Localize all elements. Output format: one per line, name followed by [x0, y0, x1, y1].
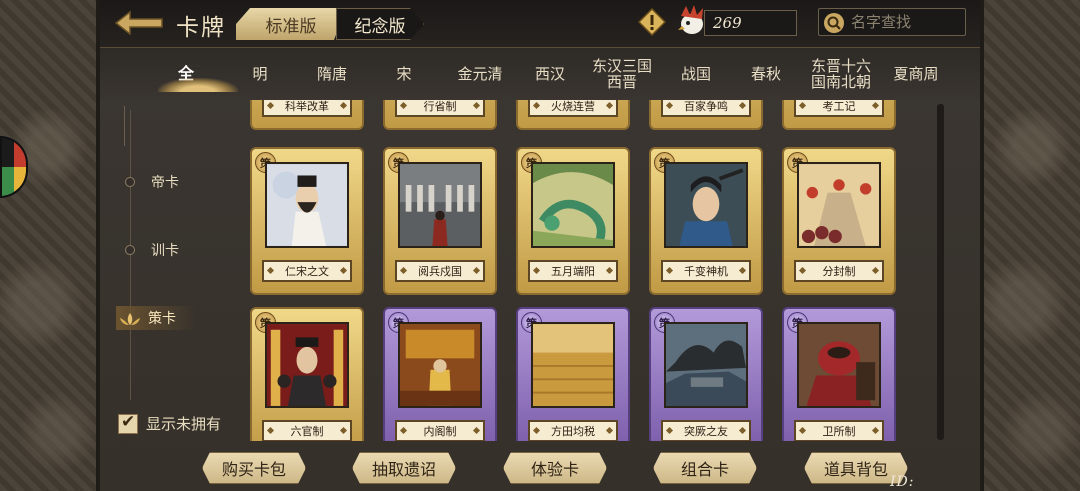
buy-card-pack-button[interactable]: 购买卡包 [202, 452, 306, 484]
card-name: 行省制 [395, 100, 485, 117]
search-icon[interactable] [823, 12, 845, 34]
dynasty-tab-xihan[interactable]: 西汉 [524, 48, 576, 100]
card[interactable]: 策 突厥之友 [649, 307, 763, 441]
dynasty-tab-all[interactable]: 全 [158, 48, 238, 100]
tab-standard-edition[interactable]: 标准版 [236, 8, 346, 40]
card-name: 阅兵戍国 [395, 260, 485, 282]
bottom-action-bar: 购买卡包 抽取遗诏 体验卡 组合卡 道具背包 [100, 444, 980, 491]
player-id: ID: 5031131 [890, 474, 958, 491]
dynasty-tab-dongjin-nanbeichao[interactable]: 东晋十六 国南北朝 [804, 48, 878, 100]
show-unowned-label: 显示未拥有 [146, 415, 222, 433]
show-unowned-checkbox[interactable] [118, 412, 138, 434]
card[interactable]: 百家争鸣 [649, 100, 763, 130]
grid-scrollbar[interactable] [937, 104, 944, 440]
back-arrow-icon[interactable] [114, 8, 166, 38]
show-unowned-toggle[interactable]: 显示未拥有 [118, 412, 222, 434]
card-art [265, 162, 349, 248]
lotus-icon [118, 311, 142, 325]
card[interactable]: 策 阅兵戍国 [383, 147, 497, 295]
card-art [797, 162, 881, 248]
card[interactable]: 行省制 [383, 100, 497, 130]
dynasty-tab-jinyuanqing[interactable]: 金元清 [444, 48, 516, 100]
currency-counter: 269 [704, 10, 797, 36]
card-name: 方田均税 [528, 420, 618, 441]
card[interactable]: 策 仁宋之文 [250, 147, 364, 295]
dynasty-tab-donghan-sanguo-xijin[interactable]: 东汉三国 西晋 [586, 48, 658, 100]
card[interactable]: 策 五月端阳 [516, 147, 630, 295]
card-art [531, 162, 615, 248]
rail-dot [125, 177, 135, 187]
dynasty-tab-suitang[interactable]: 隋唐 [306, 48, 358, 100]
card-art [797, 322, 881, 408]
search-input[interactable] [851, 12, 961, 32]
dynasty-tab-song[interactable]: 宋 [384, 48, 424, 100]
left-ornament-panel [0, 0, 100, 491]
combo-card-button[interactable]: 组合卡 [653, 452, 757, 484]
dynasty-filter-bar: 全 明 隋唐 宋 金元清 西汉 东汉三国 西晋 战国 春秋 东晋十六 国南北朝 … [100, 48, 980, 146]
card-art [265, 322, 349, 408]
card[interactable]: 策 分封制 [782, 147, 896, 295]
card-art [664, 322, 748, 408]
card[interactable]: 策 内阁制 [383, 307, 497, 441]
category-label: 帝卡 [151, 175, 179, 191]
card-grid: 科举改革 行省制 火烧连营 百家争鸣 考工记 策 仁宋之文 策 阅兵戍国 策 五… [230, 100, 910, 441]
tab-memorial-edition[interactable]: 纪念版 [336, 8, 424, 40]
search-box[interactable] [818, 8, 966, 36]
card[interactable]: 火烧连营 [516, 100, 630, 130]
card-name: 科举改革 [262, 100, 352, 117]
category-strategy-cards[interactable]: 策卡 [116, 306, 196, 330]
card[interactable]: 策 方田均税 [516, 307, 630, 441]
card-name: 内阁制 [395, 420, 485, 441]
category-label: 训卡 [151, 243, 179, 259]
card-name: 仁宋之文 [262, 260, 352, 282]
category-emperor-cards[interactable]: 帝卡 [120, 170, 179, 194]
card[interactable]: 策 卫所制 [782, 307, 896, 441]
card-name: 卫所制 [794, 420, 884, 441]
right-ornament-panel [980, 0, 1080, 491]
card-name: 五月端阳 [528, 260, 618, 282]
card-name: 千变神机 [661, 260, 751, 282]
warning-icon[interactable] [637, 7, 667, 37]
card[interactable]: 策 千变神机 [649, 147, 763, 295]
card-name: 分封制 [794, 260, 884, 282]
card[interactable]: 考工记 [782, 100, 896, 130]
card[interactable]: 科举改革 [250, 100, 364, 130]
card-name: 六官制 [262, 420, 352, 441]
card-name: 考工记 [794, 100, 884, 117]
card-name: 火烧连营 [528, 100, 618, 117]
header-bar: 卡牌 标准版 纪念版 269 [100, 0, 980, 48]
dynasty-tab-xiashangzhou[interactable]: 夏商周 [886, 48, 946, 100]
trial-card-button[interactable]: 体验卡 [503, 452, 607, 484]
card[interactable]: 策 六官制 [250, 307, 364, 441]
card-collection-panel: 卡牌 标准版 纪念版 269 全 明 隋唐 宋 金元清 西汉 东汉三国 西晋 战… [100, 0, 980, 491]
dynasty-tab-ming[interactable]: 明 [240, 48, 280, 100]
card-art [531, 322, 615, 408]
page-title: 卡牌 [176, 15, 226, 41]
draw-edict-button[interactable]: 抽取遗诏 [352, 452, 456, 484]
dynasty-tab-zhanguo[interactable]: 战国 [670, 48, 722, 100]
rail-dot [125, 245, 135, 255]
card-name: 突厥之友 [661, 420, 751, 441]
card-art [664, 162, 748, 248]
dynasty-tab-chunqiu[interactable]: 春秋 [740, 48, 792, 100]
category-training-cards[interactable]: 训卡 [120, 238, 179, 262]
category-label: 策卡 [148, 311, 176, 327]
card-name: 百家争鸣 [661, 100, 751, 117]
card-art [398, 162, 482, 248]
card-art [398, 322, 482, 408]
